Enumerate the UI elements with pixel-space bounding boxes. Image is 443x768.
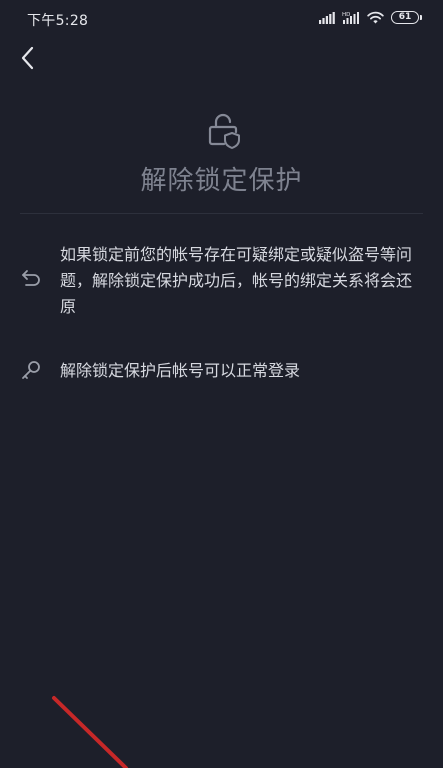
- key-icon: [22, 361, 40, 379]
- info-text-restore-binding: 如果锁定前您的帐号存在可疑绑定或疑似盗号等问题，解除锁定保护成功后，帐号的绑定关…: [60, 245, 413, 316]
- network-label: HD: [342, 12, 350, 18]
- info-item-normal-login: 解除锁定保护后帐号可以正常登录: [0, 358, 443, 384]
- info-item-restore-binding: 如果锁定前您的帐号存在可疑绑定或疑似盗号等问题，解除锁定保护成功后，帐号的绑定关…: [0, 242, 443, 322]
- battery-level: 61: [398, 12, 412, 22]
- signal-icon: [319, 11, 335, 24]
- undo-arrow-icon: [22, 270, 40, 286]
- chevron-left-icon: [21, 46, 34, 70]
- hd-signal-icon: HD: [342, 12, 359, 24]
- status-bar: 下午5:28 HD 61: [0, 0, 443, 36]
- battery-tip: [420, 15, 422, 20]
- status-time: 下午5:28: [27, 13, 89, 29]
- status-icons: HD 61: [319, 11, 422, 24]
- wifi-icon: [367, 11, 384, 24]
- annotation-arrow: [52, 696, 128, 768]
- page-title: 解除锁定保护: [140, 166, 303, 196]
- info-text-normal-login: 解除锁定保护后帐号可以正常登录: [60, 361, 301, 380]
- back-button[interactable]: [12, 42, 44, 74]
- lock-shield-icon: [208, 113, 240, 149]
- battery-icon: 61: [391, 11, 422, 24]
- divider: [20, 213, 423, 214]
